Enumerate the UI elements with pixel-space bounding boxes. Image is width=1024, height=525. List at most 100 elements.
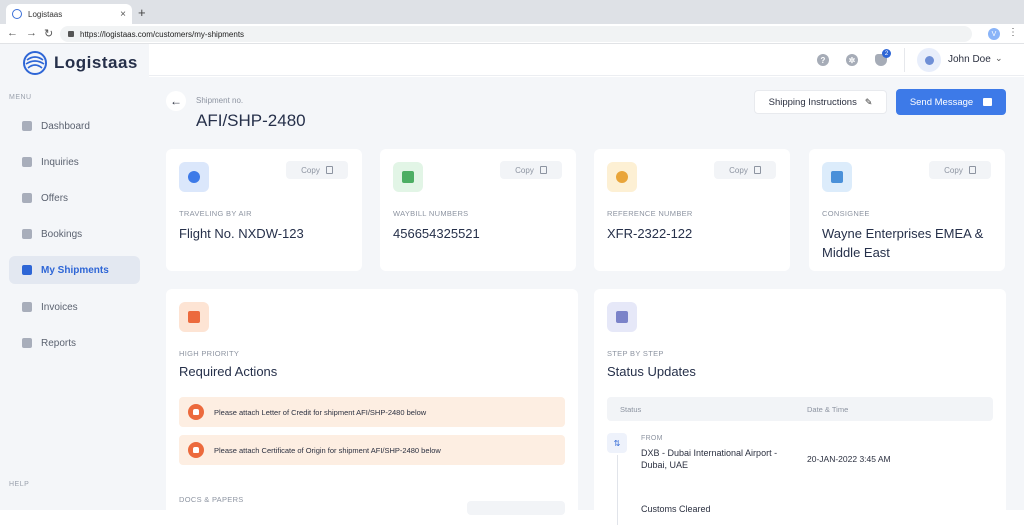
sidebar-item-invoices[interactable]: Invoices: [9, 293, 140, 321]
forward-arrow-icon[interactable]: →: [26, 27, 37, 39]
copy-button[interactable]: Copy: [929, 161, 991, 179]
help-heading: HELP: [9, 481, 30, 488]
pencil-icon: ✎: [864, 96, 873, 107]
sidebar-item-label: Offers: [41, 192, 69, 204]
sidebar-item-reports[interactable]: Reports: [9, 329, 140, 357]
sidebar-item-label: Inquiries: [41, 156, 79, 168]
address-bar: ← → ↻ https://logistaas.com/customers/my…: [0, 24, 1024, 44]
alert-text: Please attach Letter of Credit for shipm…: [214, 407, 427, 417]
sidebar-item-offers[interactable]: Offers: [9, 184, 140, 212]
browser-tab[interactable]: Logistaas ×: [6, 4, 132, 24]
notification-count-badge: 2: [882, 49, 891, 58]
status-row-place: DXB - Dubai International Airport - Duba…: [641, 448, 778, 470]
info-card-flight: Copy TRAVELING BY AIR Flight No. NXDW-12…: [166, 149, 362, 271]
status-table-header: Status Date & Time: [607, 397, 993, 421]
alert-item[interactable]: Please attach Certificate of Origin for …: [179, 435, 565, 465]
brand-name: Logistaas: [54, 53, 138, 72]
url-input[interactable]: https://logistaas.com/customers/my-shipm…: [60, 26, 972, 42]
status-row-label: FROM: [641, 435, 663, 442]
lock-icon: [68, 31, 74, 37]
timeline-line: [617, 455, 618, 525]
alert-text: Please attach Certificate of Origin for …: [214, 445, 441, 455]
shipping-instructions-label: Shipping Instructions: [768, 96, 857, 108]
copy-button[interactable]: Copy: [500, 161, 562, 179]
browser-profile-icon[interactable]: V: [988, 28, 1000, 40]
sidebar-item-bookings[interactable]: Bookings: [9, 220, 140, 248]
sidebar-item-label: Reports: [41, 337, 77, 349]
send-message-label: Send Message: [909, 96, 974, 108]
sidebar-item-label: Dashboard: [41, 120, 90, 132]
status-row-next: Customs Cleared: [641, 504, 711, 514]
hourglass-icon: [607, 302, 637, 332]
chevron-down-icon[interactable]: ⌄: [995, 53, 1003, 64]
page-title: AFI/SHP-2480: [196, 111, 306, 130]
main-content: ← Shipment no. AFI/SHP-2480 Shipping Ins…: [149, 77, 1024, 525]
info-label: TRAVELING BY AIR: [179, 209, 252, 218]
avatar[interactable]: [917, 48, 941, 72]
info-label: WAYBILL NUMBERS: [393, 209, 469, 218]
browser-menu-icon[interactable]: ⋮: [1008, 27, 1018, 38]
copy-label: Copy: [944, 165, 963, 175]
header-divider: [904, 48, 905, 72]
info-label: REFERENCE NUMBER: [607, 209, 693, 218]
reload-icon[interactable]: ↻: [44, 27, 53, 40]
swap-arrows-icon: ⇅: [607, 433, 627, 453]
new-tab-icon[interactable]: +: [138, 5, 146, 20]
info-value: 456654325521: [393, 226, 480, 241]
clipboard-icon: [22, 193, 32, 203]
shipment-label: Shipment no.: [196, 96, 244, 105]
column-header-date: Date & Time: [807, 405, 849, 414]
back-button[interactable]: ←: [166, 91, 186, 111]
message-icon: [983, 98, 993, 106]
copy-button[interactable]: Copy: [286, 161, 348, 179]
sidebar-item-label: My Shipments: [41, 264, 109, 276]
section-title: Status Updates: [607, 364, 696, 379]
user-name[interactable]: John Doe: [948, 54, 991, 65]
barcode-icon: [393, 162, 423, 192]
pen-icon: [179, 302, 209, 332]
bell-alert-icon: [188, 404, 204, 420]
ship-icon: [22, 229, 32, 239]
docs-upload-button[interactable]: [467, 501, 565, 515]
sidebar-item-inquiries[interactable]: Inquiries: [9, 148, 140, 176]
column-header-status: Status: [620, 405, 642, 414]
copy-label: Copy: [515, 165, 534, 175]
info-label: CONSIGNEE: [822, 209, 870, 218]
required-actions-card: HIGH PRIORITY Required Actions Please at…: [166, 289, 578, 519]
sidebar-item-my-shipments[interactable]: My Shipments: [9, 256, 140, 284]
menu-heading: MENU: [9, 94, 32, 101]
logistaas-favicon-icon: [12, 9, 22, 19]
sidebar: Logistaas MENU Dashboard Inquiries Offer…: [0, 44, 149, 510]
truck-icon: [22, 265, 32, 275]
document-icon: [822, 162, 852, 192]
tab-title: Logistaas: [28, 9, 63, 19]
top-header: ? ✲ 2 John Doe ⌄: [149, 44, 1024, 76]
globe-icon: [179, 162, 209, 192]
copy-icon: [325, 166, 333, 174]
send-message-button[interactable]: Send Message: [896, 89, 1006, 115]
sidebar-item-dashboard[interactable]: Dashboard: [9, 112, 140, 140]
help-icon[interactable]: ?: [817, 54, 829, 66]
back-arrow-icon[interactable]: ←: [7, 27, 18, 39]
copy-button[interactable]: Copy: [714, 161, 776, 179]
settings-gear-icon[interactable]: ✲: [846, 54, 858, 66]
docs-heading: DOCS & PAPERS: [179, 495, 244, 504]
brand-logo[interactable]: Logistaas: [22, 50, 138, 76]
info-card-reference: Copy REFERENCE NUMBER XFR-2322-122: [594, 149, 790, 271]
target-icon: [607, 162, 637, 192]
sidebar-item-label: Bookings: [41, 228, 83, 240]
logistaas-logo-icon: [23, 51, 47, 75]
info-value: Wayne Enterprises EMEA & Middle East: [822, 226, 984, 260]
info-card-waybill: Copy WAYBILL NUMBERS 456654325521: [380, 149, 576, 271]
shipping-instructions-button[interactable]: Shipping Instructions ✎: [754, 90, 887, 114]
alert-item[interactable]: Please attach Letter of Credit for shipm…: [179, 397, 565, 427]
close-tab-icon[interactable]: ×: [120, 9, 126, 20]
info-card-consignee: Copy CONSIGNEE Wayne Enterprises EMEA & …: [809, 149, 1005, 271]
status-row-date: 20-JAN-2022 3:45 AM: [807, 454, 891, 464]
info-value: Flight No. NXDW-123: [179, 226, 304, 241]
pie-chart-icon: [22, 338, 32, 348]
info-value: XFR-2322-122: [607, 226, 693, 241]
section-title: Required Actions: [179, 364, 278, 379]
url-text: https://logistaas.com/customers/my-shipm…: [80, 29, 245, 39]
copy-icon: [539, 166, 547, 174]
